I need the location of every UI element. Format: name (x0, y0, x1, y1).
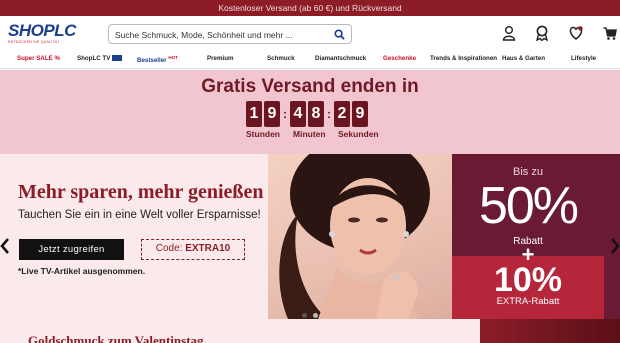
user-icon[interactable] (502, 25, 516, 41)
promo-code: Code: EXTRA10 (141, 239, 245, 260)
carousel-next-icon[interactable] (610, 238, 620, 254)
countdown-digit: 1 (246, 101, 262, 127)
tv-icon (112, 55, 123, 61)
countdown-separator: : (327, 107, 331, 121)
promo-code-label: Code: (155, 243, 186, 254)
next-section: Goldschmuck zum Valentinstag (0, 319, 620, 343)
header: SHOPLC ENTDECKEN SIE QUALITÄT (0, 16, 620, 50)
countdown-digit: 4 (290, 101, 306, 127)
countdown-digit: 9 (352, 101, 368, 127)
hero-text-panel: Mehr sparen, mehr genießen Tauchen Sie e… (0, 154, 268, 319)
countdown-title: Gratis Versand enden in (201, 76, 419, 97)
carousel-dot[interactable] (313, 313, 318, 318)
countdown-label-hours: Stunden (246, 129, 280, 139)
extra-discount-label: EXTRA-Rabatt (496, 296, 560, 307)
nav-item-label: ShopLC TV (77, 55, 111, 62)
next-slide-preview (604, 154, 620, 319)
extra-discount-percent: 10% (493, 261, 563, 299)
hero-headline: Mehr sparen, mehr genießen (18, 181, 264, 203)
countdown-digit: 8 (308, 101, 324, 127)
nav-item-label: Bestseller (137, 57, 167, 64)
promo-code-value: EXTRA10 (185, 243, 231, 254)
countdown-label-seconds: Sekunden (338, 129, 379, 139)
search-icon[interactable] (334, 29, 345, 40)
nav-item-geschenke[interactable]: Geschenke (383, 55, 416, 62)
badge-icon[interactable] (535, 25, 549, 41)
model-image (268, 154, 452, 319)
carousel-prev-icon[interactable] (0, 238, 10, 254)
countdown-digit: 9 (264, 101, 280, 127)
logo-text-shop: SHOP (8, 21, 55, 40)
heart-icon[interactable] (569, 25, 583, 41)
countdown-separator: : (283, 107, 287, 121)
hero-footnote: *Live TV-Artikel ausgenommen. (18, 266, 146, 276)
nav-item-haus-garten[interactable]: Haus & Garten (502, 55, 545, 62)
nav-item-lifestyle[interactable]: Lifestyle (571, 55, 596, 62)
nav-item-schmuck[interactable]: Schmuck (267, 55, 295, 62)
hero-subline: Tauchen Sie ein in eine Welt voller Ersp… (18, 209, 261, 221)
countdown-banner[interactable]: Gratis Versand enden in 1 9 : 4 8 : 2 9 … (0, 70, 620, 154)
logo-text-lc: LC (54, 21, 76, 40)
hot-badge: HOT (168, 55, 178, 60)
nav-item-premium[interactable]: Premium (207, 55, 233, 62)
nav-item-bestseller[interactable]: Bestseller HOT (137, 55, 178, 64)
shoplc-logo[interactable]: SHOPLC ENTDECKEN SIE QUALITÄT (8, 22, 76, 46)
nav-item-diamantschmuck[interactable]: Diamantschmuck (315, 55, 366, 62)
main-nav: Super SALE % ShopLC TV Bestseller HOT Pr… (0, 50, 620, 69)
nav-item-trends[interactable]: Trends & Inspirationen (430, 55, 497, 62)
cart-icon[interactable] (603, 25, 617, 41)
nav-item-super-sale[interactable]: Super SALE % (17, 55, 60, 62)
nav-item-shoplc-tv[interactable]: ShopLC TV (77, 55, 123, 62)
countdown-label-minutes: Minuten (293, 129, 326, 139)
discount-percent: 50% (478, 177, 579, 235)
section-image (480, 319, 620, 343)
discount-panel: Bis zu 50% Rabatt + 10% EXTRA-Rabatt (452, 154, 604, 319)
search-input[interactable] (109, 26, 329, 44)
section-title: Goldschmuck zum Valentinstag (28, 333, 204, 343)
carousel-dot-active[interactable] (302, 313, 307, 318)
countdown-digit: 2 (334, 101, 350, 127)
shop-now-button[interactable]: Jetzt zugreifen (19, 239, 124, 260)
shipping-banner: Kostenloser Versand (ab 60 €) und Rückve… (0, 0, 620, 16)
search-box (108, 24, 352, 44)
hero-carousel: Mehr sparen, mehr genießen Tauchen Sie e… (0, 154, 620, 319)
logo-tagline: ENTDECKEN SIE QUALITÄT (8, 40, 60, 44)
